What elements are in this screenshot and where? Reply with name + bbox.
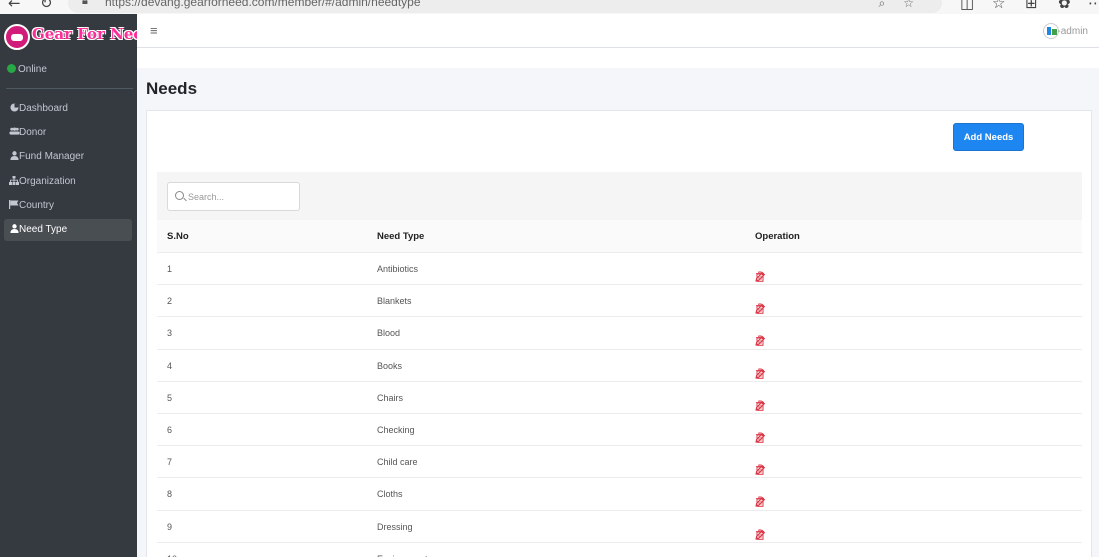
page-title: Needs xyxy=(146,79,198,98)
user-name[interactable]: -admin xyxy=(1057,26,1088,37)
search-input[interactable] xyxy=(188,190,293,204)
cell-sno: 7 xyxy=(167,457,173,468)
sidebar-nav: Dashboard Donor Fund Manager Organizatio… xyxy=(4,97,132,243)
sidebar-divider xyxy=(6,88,133,89)
sidebar-item-dashboard[interactable]: Dashboard xyxy=(4,97,132,119)
cell-sno: 6 xyxy=(167,424,173,435)
brand-logo-icon xyxy=(4,24,30,50)
table-row: 1 Antibiotics xyxy=(157,253,1082,286)
table-row: 5 Chairs xyxy=(157,382,1082,414)
address-bar-icons: ⌕☆ xyxy=(878,0,932,10)
cell-sno: 9 xyxy=(167,521,173,532)
table-row: 4 Books xyxy=(157,350,1082,382)
search-box[interactable] xyxy=(167,182,300,211)
table-header: S.No Need Type Operation xyxy=(157,220,1082,253)
cell-need-type: Cloths xyxy=(377,489,403,500)
cell-need-type: Child care xyxy=(377,457,418,468)
brand[interactable]: Gear For Need xyxy=(4,24,153,50)
delete-icon[interactable] xyxy=(755,456,765,475)
table-row: 7 Child care xyxy=(157,446,1082,479)
brand-text: Gear For Need xyxy=(32,25,154,43)
cell-sno: 10 xyxy=(167,543,177,557)
sitemap-icon xyxy=(9,175,19,187)
user-tie-icon xyxy=(9,151,19,162)
user-name-text: admin xyxy=(1060,26,1088,37)
favorites-icon[interactable]: ☆ xyxy=(992,0,1005,12)
cell-sno: 8 xyxy=(167,489,173,500)
extensions-icon[interactable]: ✿ xyxy=(1058,0,1071,12)
delete-icon[interactable] xyxy=(755,327,765,347)
sidebar-item-label: Fund Manager xyxy=(19,151,85,163)
delete-icon[interactable] xyxy=(755,263,765,282)
sidebar-item-need-type[interactable]: Need Type xyxy=(4,218,132,241)
split-screen-icon[interactable]: ◫ xyxy=(960,0,974,12)
delete-icon[interactable] xyxy=(755,521,765,540)
needs-table: S.No Need Type Operation 1 Antibiotics 2 Bl… xyxy=(157,172,1082,557)
cell-need-type: Blankets xyxy=(377,296,412,307)
cell-sno: 1 xyxy=(167,264,173,274)
cell-sno: 2 xyxy=(167,296,173,307)
status-text: Online xyxy=(18,64,47,75)
table-row: 10 Environment xyxy=(157,543,1082,557)
column-header-need-type[interactable]: Need Type xyxy=(377,220,424,253)
collections-icon[interactable]: ⊞ xyxy=(1025,0,1038,12)
table-row: 6 Checking xyxy=(157,414,1082,447)
sidebar-item-donor[interactable]: Donor xyxy=(4,121,132,143)
cell-need-type: Checking xyxy=(377,424,415,435)
search-icon xyxy=(175,191,184,200)
content-header-strip xyxy=(137,48,1099,68)
online-status-icon xyxy=(7,64,16,73)
column-header-operation: Operation xyxy=(755,231,800,242)
sidebar-item-label: Country xyxy=(19,200,55,212)
refresh-icon[interactable]: ↻ xyxy=(40,0,53,12)
table-row: 3 Blood xyxy=(157,317,1082,350)
delete-icon[interactable] xyxy=(755,295,765,314)
cell-need-type: Dressing xyxy=(377,521,413,532)
delete-icon[interactable] xyxy=(755,553,765,557)
needs-card: Add Needs S.No Need Type Operation 1 Anti… xyxy=(146,110,1092,557)
table-row: 9 Dressing xyxy=(157,511,1082,543)
cell-need-type: Books xyxy=(377,360,403,371)
sidebar-item-organization[interactable]: Organization xyxy=(4,170,132,192)
cell-sno: 4 xyxy=(167,360,173,371)
delete-icon[interactable] xyxy=(755,488,765,508)
address-bar[interactable]: 🔒︎ https://devang.gearforneed.com/member… xyxy=(68,0,942,13)
lock-icon: 🔒︎ xyxy=(82,0,88,7)
top-navbar: ≡ -admin xyxy=(137,14,1099,48)
flag-icon xyxy=(9,200,19,211)
cell-sno: 3 xyxy=(167,328,173,339)
cell-need-type: Antibiotics xyxy=(377,264,419,274)
cell-sno: 5 xyxy=(167,392,173,403)
table-row: 8 Cloths xyxy=(157,478,1082,511)
dashboard-icon xyxy=(9,102,19,114)
delete-icon[interactable] xyxy=(755,392,765,411)
sidebar-item-label: Donor xyxy=(19,126,47,138)
sidebar-item-fund-manager[interactable]: Fund Manager xyxy=(4,146,132,168)
user-status: Online xyxy=(7,64,47,75)
user-icon xyxy=(9,224,19,235)
delete-icon[interactable] xyxy=(755,424,765,443)
add-needs-button[interactable]: Add Needs xyxy=(953,123,1024,151)
sidebar-item-label: Need Type xyxy=(19,224,68,236)
back-arrow-icon[interactable]: ← xyxy=(8,0,21,12)
browser-bar: ← ↻ 🔒︎ https://devang.gearforneed.com/me… xyxy=(0,0,1099,14)
more-icon[interactable]: ⋯ xyxy=(1088,0,1099,12)
sidebar-item-label: Dashboard xyxy=(19,102,68,114)
cell-need-type: Environment xyxy=(377,543,428,557)
table-body: 1 Antibiotics 2 Blankets 3 Blood 4 Books 5 Chairs… xyxy=(157,253,1082,557)
sidebar-item-country[interactable]: Country xyxy=(4,195,132,217)
url-text: https://devang.gearforneed.com/member/#/… xyxy=(105,0,421,9)
cell-need-type: Blood xyxy=(377,328,401,339)
users-icon xyxy=(9,127,20,137)
menu-toggle-icon[interactable]: ≡ xyxy=(150,23,158,38)
column-header-sno[interactable]: S.No xyxy=(167,220,189,253)
sidebar: Gear For Need Online Dashboard Donor Fun… xyxy=(0,14,153,557)
delete-icon[interactable] xyxy=(755,360,765,379)
table-row: 2 Blankets xyxy=(157,285,1082,318)
table-toolbar xyxy=(157,172,1082,220)
sidebar-item-label: Organization xyxy=(19,175,76,187)
cell-need-type: Chairs xyxy=(377,392,404,403)
